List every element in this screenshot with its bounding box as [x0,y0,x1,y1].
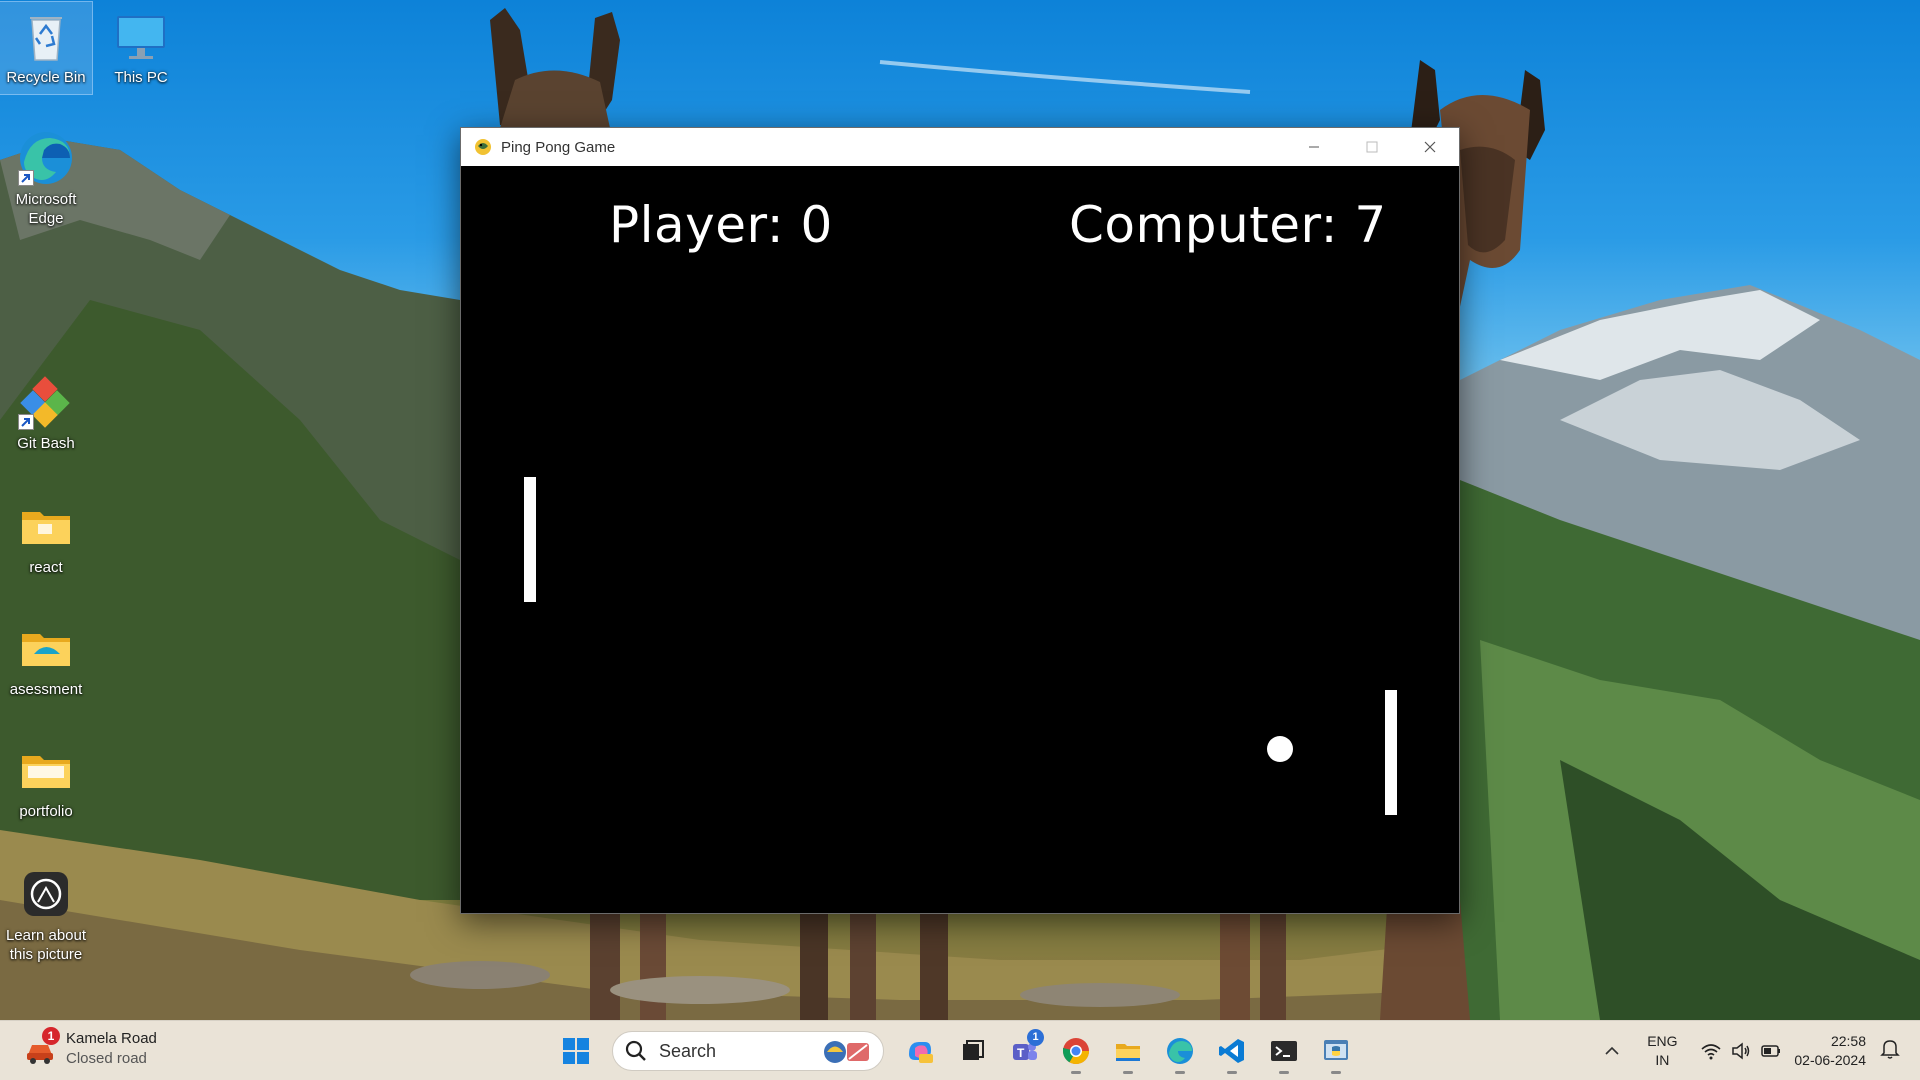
edge-icon [16,128,76,188]
language-bottom: IN [1655,1052,1670,1068]
windows-start-icon [563,1038,589,1064]
terminal-button[interactable] [1258,1027,1310,1075]
desktop-icon-folder-react[interactable]: react [0,492,92,577]
search-placeholder: Search [659,1040,717,1061]
shortcut-arrow-icon [18,414,34,430]
maximize-icon [1366,141,1378,153]
folder-icon [16,740,76,800]
taskbar-apps: Search T 1 [550,1027,1362,1075]
desktop-icon-label: Microsoft Edge [15,191,77,227]
desktop-icon-label: Git Bash [17,435,75,452]
close-button[interactable] [1401,128,1459,166]
desktop-icon-learn-about-picture[interactable]: Learn about this picture [0,860,92,964]
copilot-button[interactable] [894,1027,946,1075]
taskbar: 1 Kamela Road Closed road Search T 1 ENG… [0,1020,1920,1080]
window-titlebar[interactable]: Ping Pong Game [461,128,1459,166]
desktop-icon-label: Recycle Bin [6,69,86,86]
player-score: Player: 0 [609,196,833,254]
system-tray: ENG IN 22:58 02-06-2024 [1592,1021,1920,1080]
computer-paddle [1385,690,1397,815]
battery-icon [1761,1045,1781,1057]
language-indicator[interactable]: ENG IN [1632,1032,1692,1070]
traffic-alert-icon: 1 [22,1027,60,1067]
file-explorer-button[interactable] [1102,1027,1154,1075]
window-title: Ping Pong Game [501,138,616,156]
git-bash-icon [16,372,76,432]
desktop-icon-recycle-bin[interactable]: Recycle Bin [0,1,93,95]
weather-subtitle: Closed road [66,1050,147,1067]
running-indicator [1227,1071,1237,1074]
desktop-icon-folder-asessment[interactable]: asessment [0,614,92,699]
running-indicator [1175,1071,1185,1074]
clock-time: 22:58 [1830,1033,1866,1049]
desktop-icon-label: react [29,559,63,576]
recycle-bin-icon [16,6,76,66]
python-icon [1324,1040,1348,1060]
camera-icon [16,864,76,924]
maximize-button[interactable] [1343,128,1401,166]
search-icon [625,1040,646,1061]
vscode-icon [1219,1039,1244,1063]
task-view-icon [963,1040,984,1060]
terminal-icon [1271,1041,1297,1061]
ball [1267,736,1293,762]
copilot-icon [909,1042,933,1063]
wifi-icon [1701,1044,1721,1060]
desktop-icon-microsoft-edge[interactable]: Microsoft Edge [0,124,92,228]
volume-icon [1732,1042,1750,1060]
desktop-icon-folder-portfolio[interactable]: portfolio [0,736,92,821]
bell-icon [1880,1039,1900,1059]
desktop-icon-label: Learn about this picture [5,927,87,963]
desktop-icon-label: asessment [9,681,83,698]
chevron-up-icon [1605,1046,1619,1055]
weather-title: Kamela Road [66,1030,157,1047]
language-top: ENG [1647,1033,1678,1049]
chrome-icon [1062,1038,1090,1065]
desktop-icon-label: This PC [114,69,168,86]
clock[interactable]: 22:58 02-06-2024 [1794,1032,1866,1070]
svg-text:T: T [1017,1046,1025,1060]
running-indicator [1071,1071,1081,1074]
clock-date: 02-06-2024 [1794,1052,1866,1068]
game-canvas[interactable]: Player: 0 Computer: 7 [461,166,1459,913]
python-button[interactable] [1310,1027,1362,1075]
computer-score: Computer: 7 [1069,196,1387,254]
teams-badge: 1 [1027,1029,1044,1046]
desktop-icon-this-pc[interactable]: This PC [95,2,187,87]
folder-icon [16,618,76,678]
desktop-icon-git-bash[interactable]: Git Bash [0,368,92,453]
weather-badge: 1 [42,1027,60,1045]
running-indicator [1279,1071,1289,1074]
shortcut-arrow-icon [18,170,34,186]
running-indicator [1123,1071,1133,1074]
close-icon [1424,141,1436,153]
vscode-button[interactable] [1206,1027,1258,1075]
teams-button[interactable]: T 1 [998,1027,1050,1075]
desktop-icon-label: portfolio [19,803,73,820]
monitor-icon [111,6,171,66]
edge-button[interactable] [1154,1027,1206,1075]
ping-pong-window[interactable]: Ping Pong Game Player: 0 Computer: 7 [460,127,1460,914]
chrome-button[interactable] [1050,1027,1102,1075]
quick-settings-button[interactable] [1700,1040,1782,1062]
task-view-button[interactable] [946,1027,998,1075]
search-highlight-icon [824,1041,869,1063]
running-indicator [1331,1071,1341,1074]
minimize-icon [1309,146,1319,148]
show-hidden-icons-button[interactable] [1592,1041,1632,1062]
edge-icon [1167,1038,1193,1064]
notifications-button[interactable] [1880,1038,1906,1065]
start-button[interactable] [550,1027,602,1075]
folder-icon [1116,1044,1140,1061]
player-paddle [524,477,536,602]
taskbar-search[interactable]: Search [612,1031,884,1071]
pygame-snake-icon [475,139,491,155]
weather-widget[interactable]: 1 Kamela Road Closed road [22,1027,157,1069]
minimize-button[interactable] [1285,128,1343,166]
folder-icon [16,496,76,556]
